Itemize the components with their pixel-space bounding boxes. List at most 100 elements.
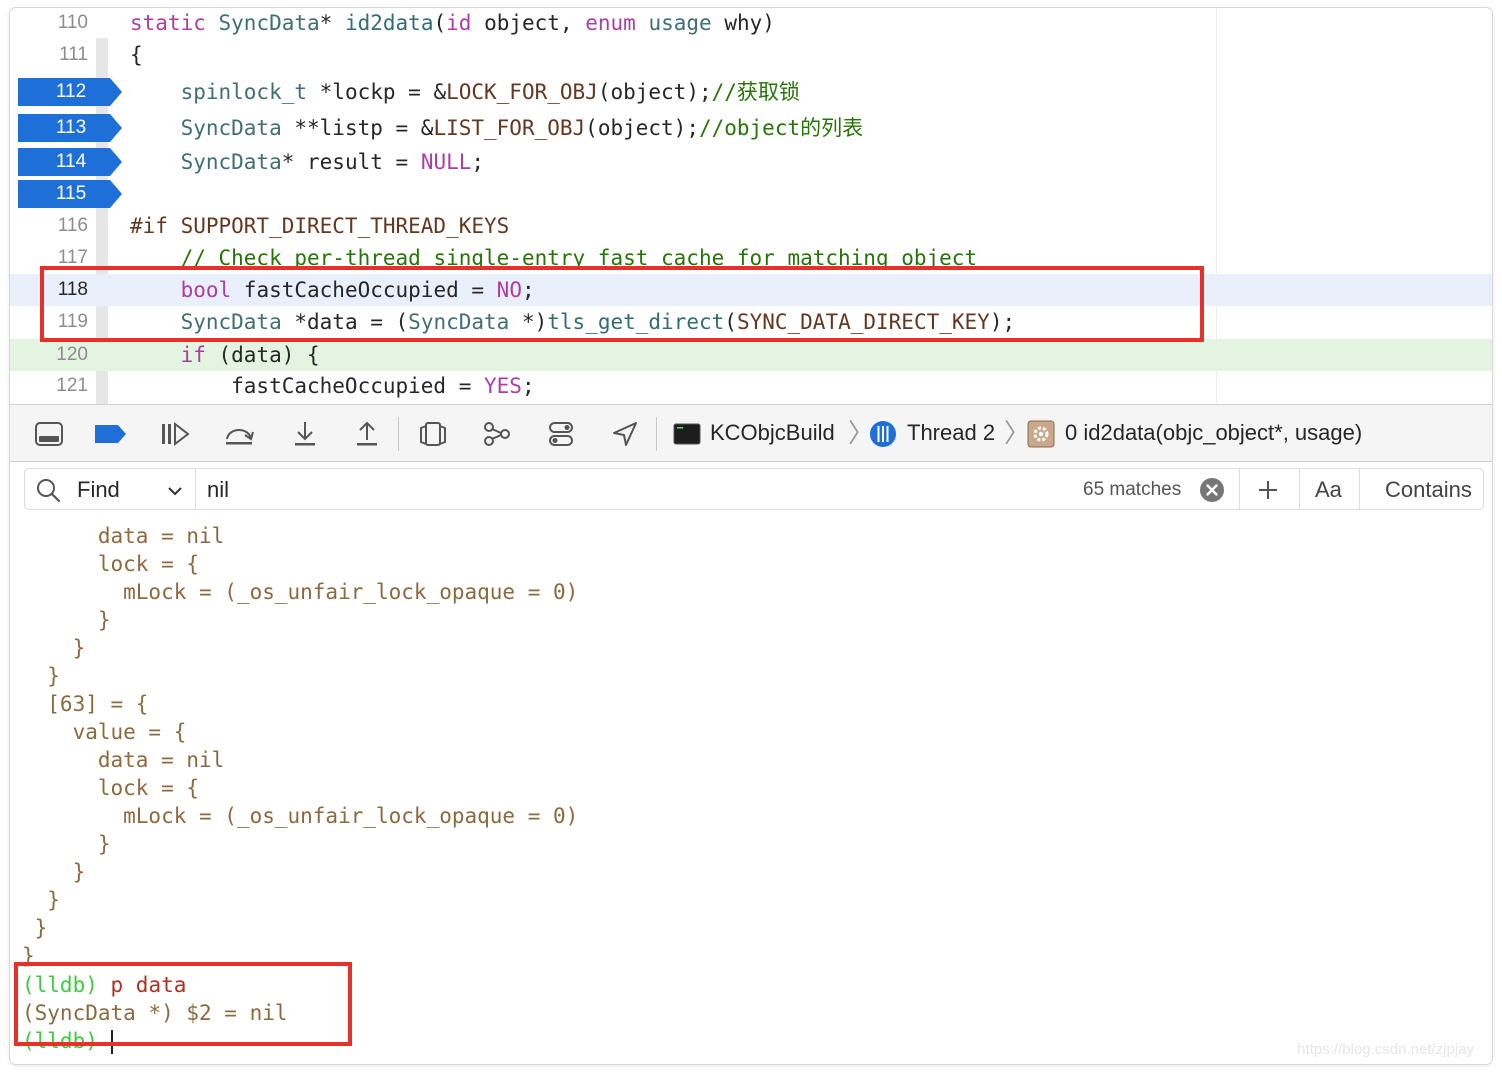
code-token: ; — [521, 374, 535, 398]
code-text: { — [130, 39, 143, 71]
console-line: } — [22, 916, 48, 940]
toolbar-separator — [398, 417, 399, 451]
chevron-down-icon[interactable] — [167, 483, 183, 497]
match-case-button[interactable]: Aa — [1315, 469, 1342, 511]
console-line: mLock = (_os_unfair_lock_opaque = 0) — [22, 580, 579, 604]
code-token: SyncData — [218, 11, 320, 35]
terminal-app-icon — [670, 417, 704, 451]
code-token: id2data — [344, 11, 434, 35]
breakpoint-marker[interactable]: 115 — [18, 180, 122, 208]
code-line[interactable]: 112 spinlock_t *lockp = &LOCK_FOR_OBJ(ob… — [10, 76, 1492, 108]
code-token: *) — [509, 310, 548, 334]
code-text: spinlock_t *lockp = &LOCK_FOR_OBJ(object… — [130, 76, 800, 108]
code-text: SyncData **listp = &LIST_FOR_OBJ(object)… — [130, 112, 864, 144]
clear-search-icon[interactable] — [1199, 477, 1225, 503]
code-token: SYNC_DATA_DIRECT_KEY — [736, 310, 990, 334]
console-line: value = { — [22, 720, 187, 744]
code-token: LOCK_FOR_OBJ — [446, 80, 598, 104]
console-input-line[interactable]: (lldb) — [22, 1027, 113, 1055]
code-line[interactable]: 117 // Check per-thread single-entry fas… — [10, 242, 1492, 274]
find-separator — [195, 469, 196, 509]
console-result-line: (SyncData *) $2 = nil — [22, 1001, 288, 1025]
breadcrumb-target[interactable]: KCObjcBuild — [710, 405, 835, 461]
match-type-dropdown[interactable]: Contains — [1385, 469, 1472, 511]
find-separator — [1359, 469, 1360, 509]
code-line[interactable]: 121 fastCacheOccupied = YES; — [10, 370, 1492, 402]
code-token: SyncData — [180, 310, 282, 334]
find-mode-dropdown[interactable]: Find — [77, 469, 120, 511]
line-number: 112 — [55, 81, 87, 102]
find-query-input[interactable]: nil — [207, 469, 229, 511]
code-editor[interactable]: 110 static SyncData* id2data(id object, e… — [10, 8, 1492, 404]
breakpoint-marker[interactable]: 114 — [18, 148, 122, 176]
line-number: 110 — [57, 12, 88, 33]
breakpoints-toggle-icon[interactable] — [94, 417, 128, 451]
code-token: * — [319, 11, 345, 35]
code-token: NO — [496, 278, 522, 302]
code-token: why) — [711, 11, 775, 35]
console-command-line: (lldb) p data — [22, 971, 186, 999]
code-token: tls_get_direct — [547, 310, 725, 334]
code-token: // Check per-thread single-entry fast ca… — [180, 246, 978, 270]
console-line: } — [22, 832, 111, 856]
line-number: 116 — [57, 215, 88, 236]
code-token: //获取锁 — [711, 80, 800, 104]
step-over-icon[interactable] — [222, 417, 256, 451]
code-token: enum — [585, 11, 649, 35]
toolbar-separator — [656, 417, 657, 451]
code-line[interactable]: 119 SyncData *data = (SyncData *)tls_get… — [10, 306, 1492, 338]
lldb-command: p data — [110, 973, 187, 997]
line-number: 115 — [55, 183, 87, 204]
code-token: LIST_FOR_OBJ — [433, 116, 586, 140]
code-token: (object); — [597, 80, 712, 104]
find-separator — [1299, 469, 1300, 509]
simulate-location-icon[interactable] — [608, 417, 642, 451]
code-line[interactable]: 114 SyncData* result = NULL; — [10, 146, 1492, 178]
code-line[interactable]: 115 — [10, 178, 1492, 210]
breakpoint-marker[interactable]: 112 — [18, 78, 122, 106]
code-token: ; — [471, 150, 485, 174]
code-line[interactable]: 120 if (data) { — [10, 339, 1492, 371]
code-token: spinlock_t — [180, 80, 308, 104]
console-line: } — [22, 860, 86, 884]
code-line[interactable]: 116 #if SUPPORT_DIRECT_THREAD_KEYS — [10, 210, 1492, 242]
breakpoint-marker[interactable]: 113 — [18, 114, 122, 142]
console-line: } — [22, 636, 86, 660]
code-line[interactable]: 110 static SyncData* id2data(id object, e… — [10, 8, 1492, 39]
step-out-icon[interactable] — [350, 417, 384, 451]
watermark: https://blog.csdn.net/zjpjay — [1297, 1041, 1474, 1058]
debug-console[interactable]: data = nil lock = { mLock = (_os_unfair_… — [10, 514, 1492, 1064]
code-token: #if SUPPORT_DIRECT_THREAD_KEYS — [130, 214, 510, 238]
code-token: SyncData — [180, 116, 282, 140]
environment-overrides-icon[interactable] — [544, 417, 578, 451]
memory-graph-icon[interactable] — [480, 417, 514, 451]
console-line: mLock = (_os_unfair_lock_opaque = 0) — [22, 804, 579, 828]
code-line[interactable]: 111 { — [10, 39, 1492, 71]
lldb-prompt: (lldb) — [22, 973, 98, 997]
breadcrumb-thread[interactable]: Thread 2 — [907, 405, 995, 461]
lldb-prompt: (lldb) — [22, 1029, 98, 1053]
add-pattern-icon[interactable] — [1257, 479, 1279, 501]
code-token: static — [130, 11, 219, 35]
step-into-icon[interactable] — [288, 417, 322, 451]
code-token: ( — [433, 11, 447, 35]
code-token: ; — [521, 278, 535, 302]
code-token: ); — [989, 310, 1016, 334]
line-number: 121 — [56, 375, 88, 396]
code-text: SyncData *data = (SyncData *)tls_get_dir… — [130, 306, 1016, 338]
code-line[interactable]: 113 SyncData **listp = &LIST_FOR_OBJ(obj… — [10, 112, 1492, 144]
code-text: // Check per-thread single-entry fast ca… — [130, 242, 978, 274]
code-token: SyncData — [180, 150, 282, 174]
breadcrumb-frame[interactable]: 0 id2data(objc_object*, usage) — [1065, 405, 1362, 461]
code-token: *lockp = & — [307, 80, 447, 104]
continue-icon[interactable] — [158, 417, 192, 451]
hide-debug-area-icon[interactable] — [32, 417, 66, 451]
console-line: } — [22, 608, 111, 632]
code-line[interactable]: 118 bool fastCacheOccupied = NO; — [10, 274, 1492, 306]
find-bar: Find nil 65 matches Aa Contains — [10, 462, 1492, 514]
line-number: 114 — [55, 151, 87, 172]
view-hierarchy-icon[interactable] — [416, 417, 450, 451]
